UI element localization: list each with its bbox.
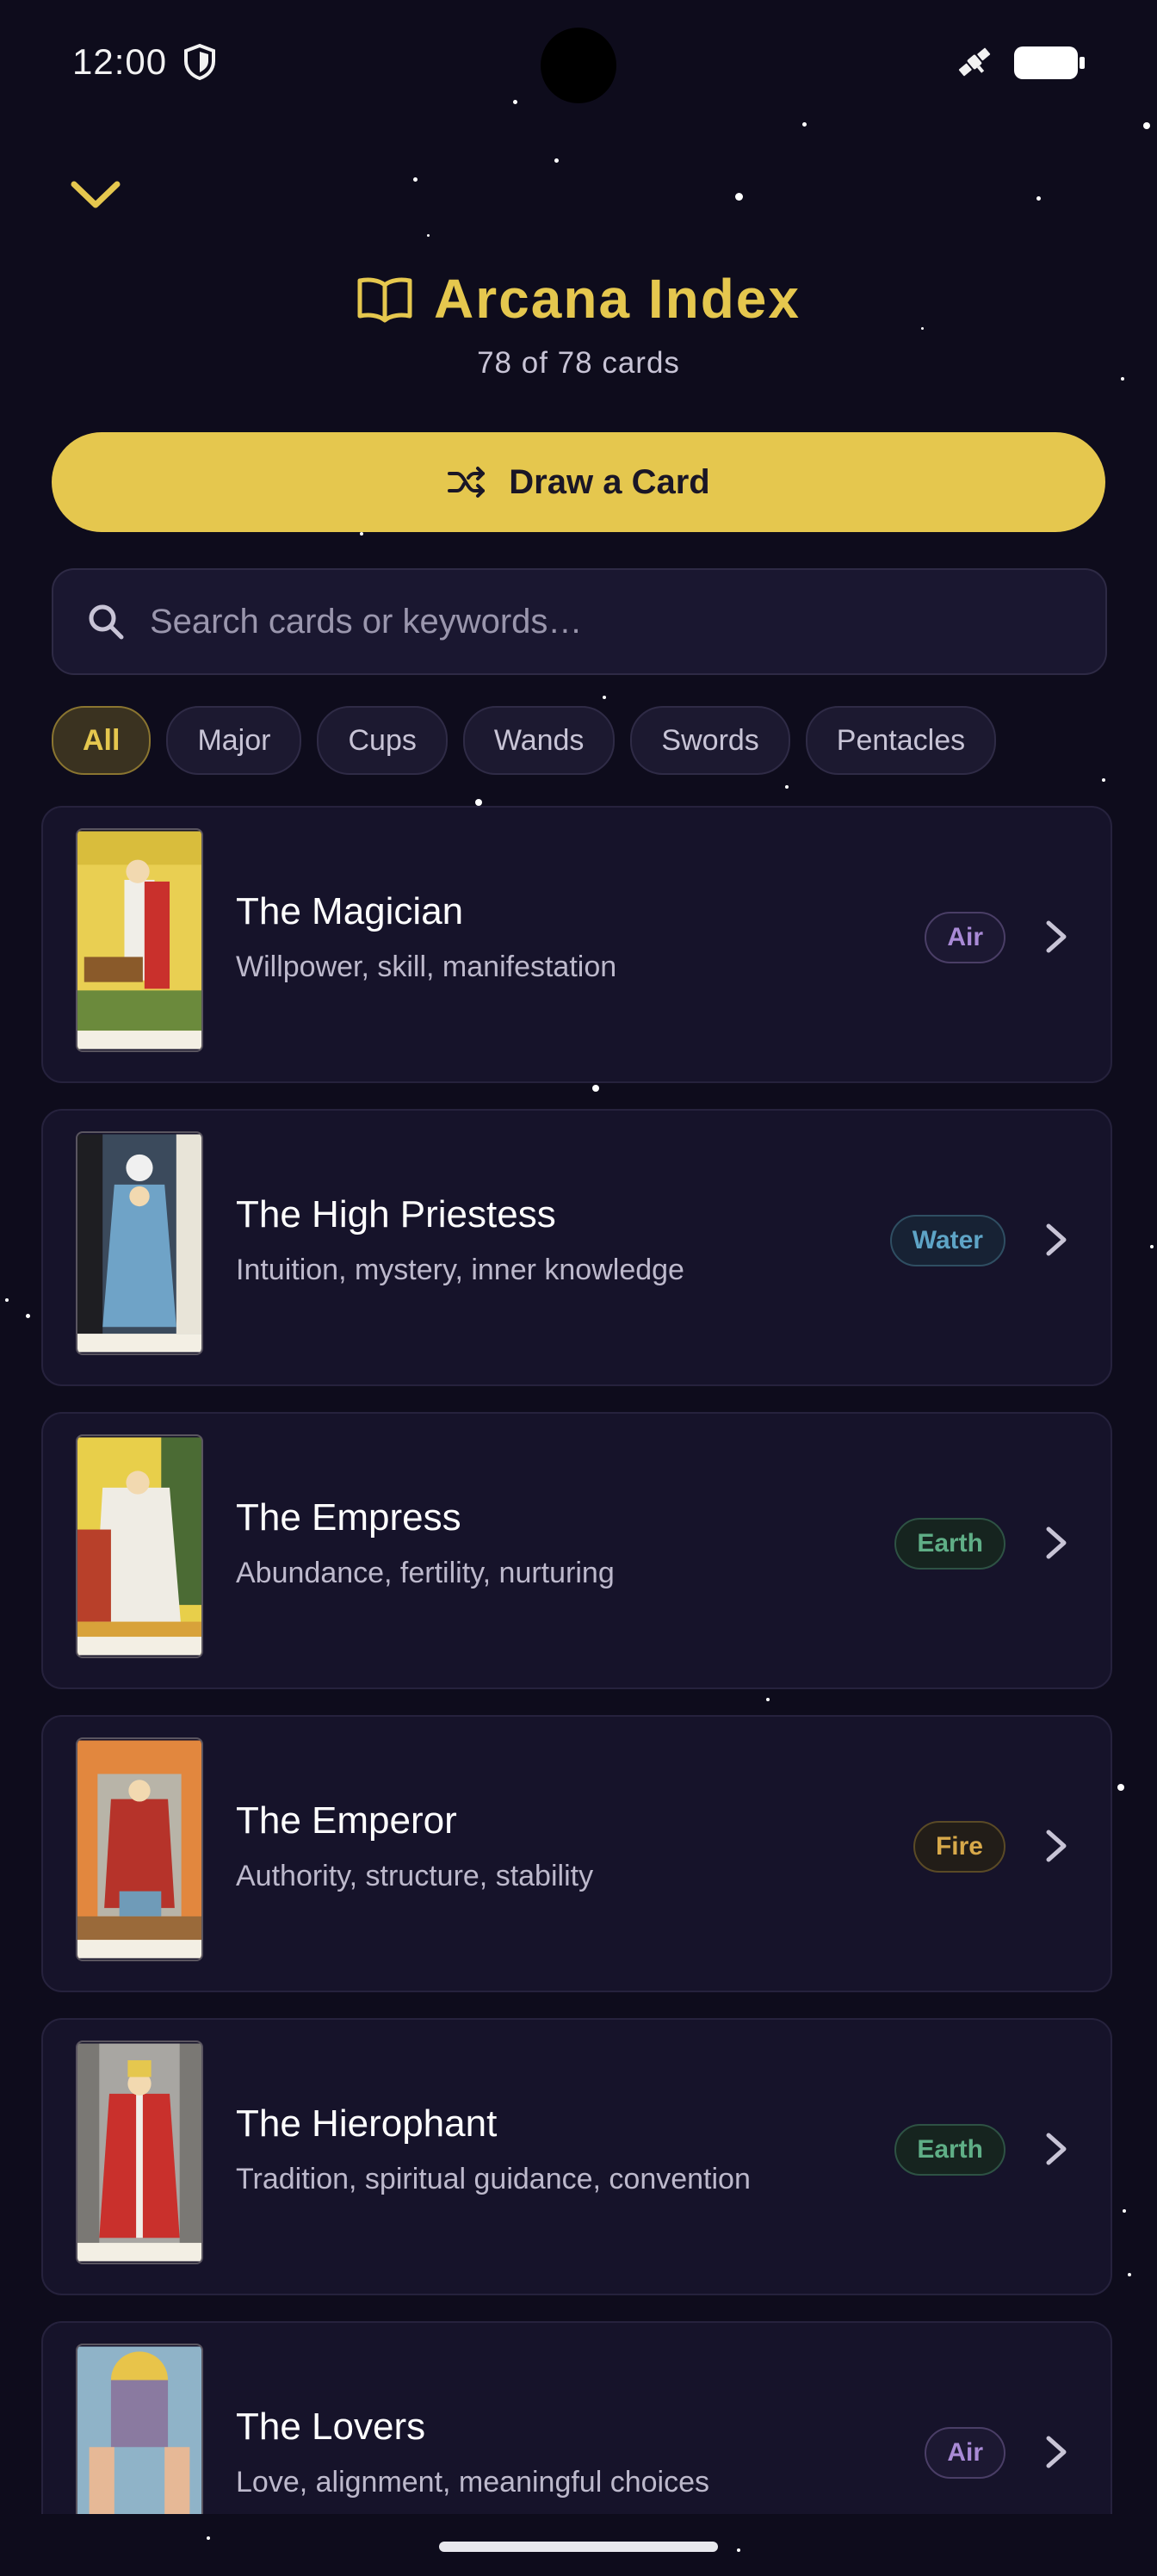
card-row-high-priestess[interactable]: The High Priestess Intuition, mystery, i… [41, 1109, 1112, 1386]
card-keywords: Abundance, fertility, nurturing [236, 1557, 615, 1589]
card-name: The Empress [236, 1496, 461, 1539]
card-keywords: Authority, structure, stability [236, 1860, 594, 1892]
card-keywords: Tradition, spiritual guidance, conventio… [236, 2163, 751, 2195]
chevron-right-icon [1046, 1830, 1067, 1862]
filter-chip-cups[interactable]: Cups [317, 706, 448, 775]
draw-card-label: Draw a Card [509, 462, 710, 501]
card-name: The High Priestess [236, 1193, 556, 1235]
card-row-lovers[interactable]: The Lovers Love, alignment, meaningful c… [41, 2321, 1112, 2514]
card-name: The Magician [236, 890, 464, 932]
status-bar: 12:00 [0, 0, 1157, 129]
draw-card-button[interactable]: Draw a Card [52, 432, 1105, 532]
chevron-right-icon [1046, 920, 1067, 953]
chevron-right-icon [1046, 1526, 1067, 1559]
card-thumbnail [76, 2040, 203, 2264]
filter-chip-major[interactable]: Major [166, 706, 302, 775]
search-input[interactable] [148, 601, 1105, 642]
card-thumbnail [76, 2344, 203, 2514]
card-thumbnail [76, 1737, 203, 1961]
element-badge-water: Water [889, 1215, 1005, 1266]
element-badge-earth: Earth [894, 2124, 1005, 2176]
battery-icon [1014, 46, 1085, 79]
card-row-empress[interactable]: The Empress Abundance, fertility, nurtur… [41, 1412, 1112, 1689]
filter-chip-pentacles[interactable]: Pentacles [805, 706, 997, 775]
book-icon [357, 277, 412, 323]
page-title: Arcana Index [434, 268, 801, 330]
card-thumbnail [76, 1131, 203, 1355]
chevron-right-icon [1046, 1223, 1067, 1256]
card-name: The Emperor [236, 1799, 457, 1842]
filter-chip-swords[interactable]: Swords [630, 706, 790, 775]
card-keywords: Intuition, mystery, inner knowledge [236, 1254, 684, 1286]
status-time: 12:00 [72, 41, 168, 82]
card-name: The Hierophant [236, 2102, 498, 2145]
element-badge-air: Air [925, 912, 1005, 963]
card-list[interactable]: The Magician Willpower, skill, manifesta… [41, 806, 1116, 2514]
card-name: The Lovers [236, 2406, 426, 2448]
element-badge-fire: Fire [913, 1821, 1005, 1873]
collapse-button[interactable] [67, 170, 124, 217]
card-keywords: Willpower, skill, manifestation [236, 951, 617, 983]
chevron-down-icon [71, 181, 121, 208]
filter-chip-wands[interactable]: Wands [462, 706, 616, 775]
camera-cutout [541, 28, 616, 103]
card-count: 78 of 78 cards [477, 346, 680, 380]
search-icon [89, 604, 124, 640]
chevron-right-icon [1046, 2133, 1067, 2165]
shield-icon [184, 43, 215, 81]
chevron-right-icon [1046, 2436, 1067, 2468]
card-row-hierophant[interactable]: The Hierophant Tradition, spiritual guid… [41, 2018, 1112, 2295]
card-thumbnail [76, 828, 203, 1052]
filter-chips: All Major Cups Wands Swords Pentacles [52, 706, 997, 775]
search-bar[interactable] [52, 568, 1107, 675]
title-row: Arcana Index [0, 267, 1157, 331]
card-keywords: Love, alignment, meaningful choices [236, 2466, 709, 2499]
filter-chip-all[interactable]: All [52, 706, 152, 775]
home-indicator[interactable] [439, 2542, 718, 2552]
element-badge-earth: Earth [894, 1518, 1005, 1570]
card-row-magician[interactable]: The Magician Willpower, skill, manifesta… [41, 806, 1112, 1083]
shuffle-icon [448, 467, 486, 498]
element-badge-air: Air [925, 2427, 1005, 2479]
page-header: Arcana Index 78 of 78 cards [0, 267, 1157, 381]
card-row-emperor[interactable]: The Emperor Authority, structure, stabil… [41, 1715, 1112, 1992]
satellite-icon [958, 47, 991, 77]
card-thumbnail [76, 1434, 203, 1658]
